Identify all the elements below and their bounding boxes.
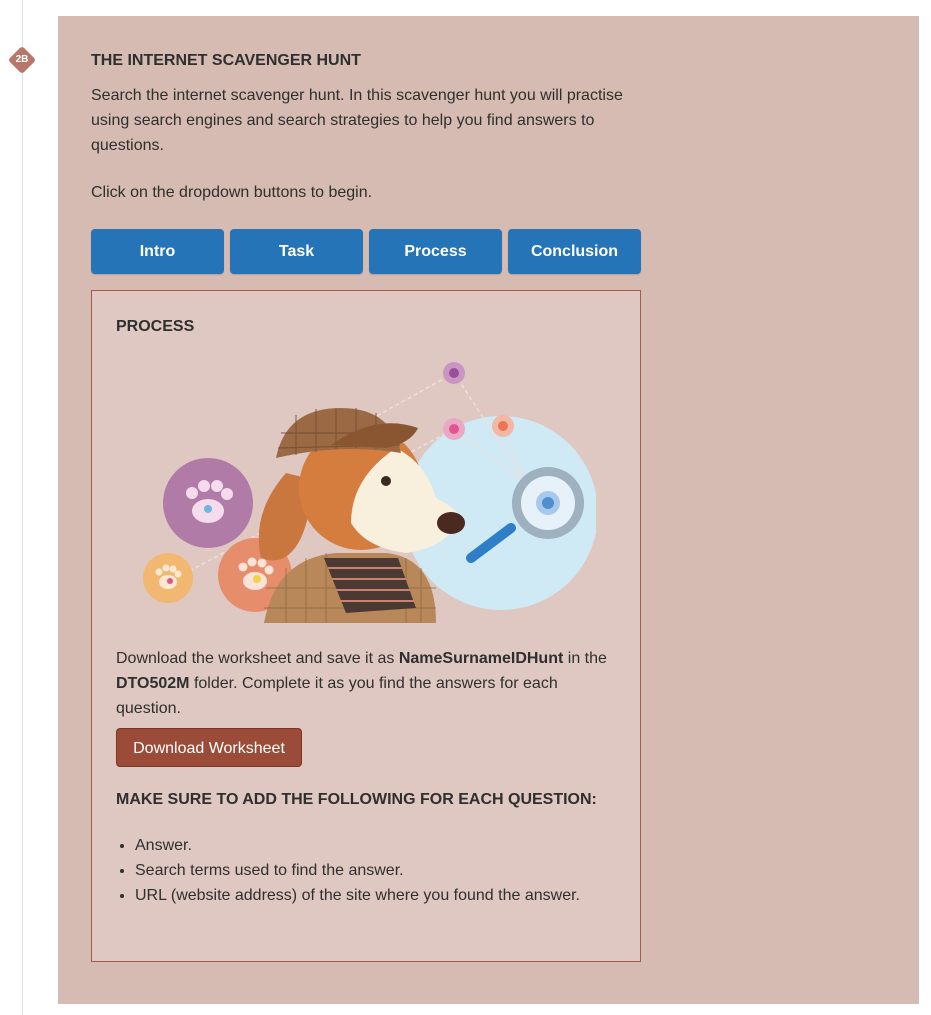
list-item: Search terms used to find the answer.	[135, 858, 580, 883]
folder-name: DTO502M	[116, 675, 190, 692]
step-number: 2B	[15, 54, 29, 65]
timeline-line	[22, 0, 23, 1015]
step-badge: 2B	[7, 45, 37, 75]
intro-text: Search the internet scavenger hunt. In t…	[91, 87, 623, 154]
tab-conclusion[interactable]: Conclusion	[508, 229, 641, 274]
scavenger-hunt-card: THE INTERNET SCAVENGER HUNT Search the i…	[58, 16, 919, 1004]
tab-intro[interactable]: Intro	[91, 229, 224, 274]
body-text-prefix: Download the worksheet and save it as	[116, 650, 399, 667]
list-item: Answer.	[135, 833, 580, 858]
tab-task[interactable]: Task	[230, 229, 363, 274]
checklist: Answer. Search terms used to find the an…	[116, 833, 580, 908]
file-name: NameSurnameIDHunt	[398, 650, 564, 667]
tab-bar: Intro Task Process Conclusion	[91, 229, 641, 274]
checklist-heading: MAKE SURE TO ADD THE FOLLOWING FOR EACH …	[116, 791, 597, 808]
instruction-text: Click on the dropdown buttons to begin.	[91, 184, 373, 201]
detective-dog-illustration	[143, 362, 596, 623]
tab-process[interactable]: Process	[369, 229, 502, 274]
process-panel: PROCESS Download the worksheet and save …	[91, 290, 641, 962]
list-item: URL (website address) of the site where …	[135, 883, 580, 908]
download-worksheet-button[interactable]: Download Worksheet	[116, 728, 302, 767]
panel-body: Download the worksheet and save it as Na…	[116, 646, 621, 721]
body-text-middle: in the	[563, 650, 607, 667]
panel-title: PROCESS	[116, 318, 195, 335]
card-title: THE INTERNET SCAVENGER HUNT	[91, 52, 361, 69]
